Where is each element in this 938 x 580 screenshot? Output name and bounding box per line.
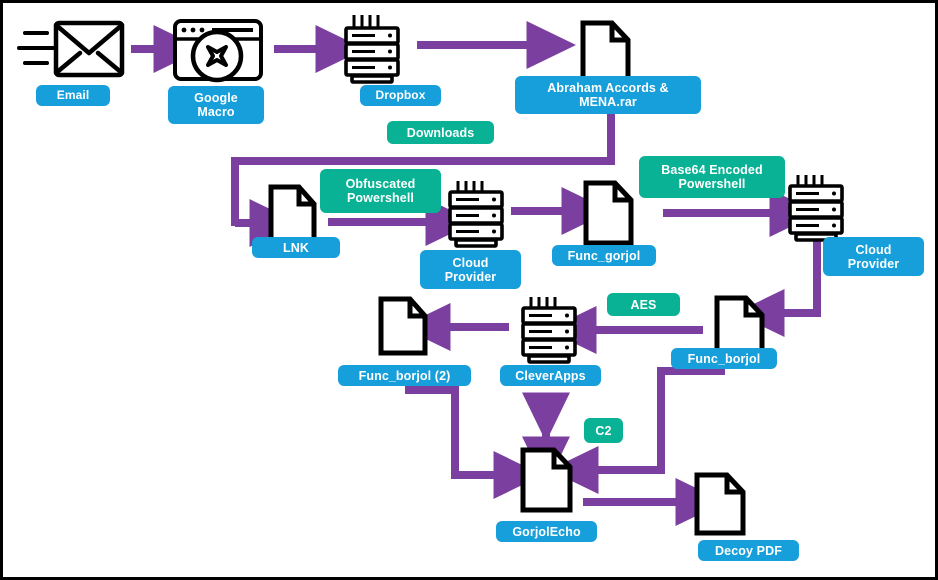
node-label-func-gorjol: Func_gorjol: [552, 245, 656, 266]
server-icon-dropbox: [344, 15, 400, 84]
edge-label-c2: C2: [584, 418, 623, 443]
email-icon: [17, 20, 125, 78]
document-icon-lnk: [268, 184, 317, 244]
server-icon-cloud-provider-2: [788, 175, 844, 242]
node-label-cloud-provider-2: Cloud Provider: [823, 237, 924, 276]
node-label-decoy-pdf: Decoy PDF: [698, 540, 799, 561]
edge-label-aes: AES: [607, 293, 680, 316]
server-icon-cleverapps: [521, 297, 577, 364]
icon-layer: [17, 15, 844, 536]
node-label-rar: Abraham Accords & MENA.rar: [515, 76, 701, 114]
edge-label-base64-encoded-powershell: Base64 Encoded Powershell: [639, 156, 785, 198]
connector-layer: [131, 21, 821, 526]
node-label-func-borjol: Func_borjol: [671, 348, 777, 369]
node-label-lnk: LNK: [252, 237, 340, 258]
document-icon-func-gorjol: [583, 180, 634, 246]
document-icon-decoy-pdf: [694, 472, 746, 536]
edge-cloud2-to-func-borjol: [793, 235, 821, 317]
node-label-google-macro: Google Macro: [168, 86, 264, 124]
document-icon-func-borjol: [714, 295, 765, 354]
node-label-email: Email: [36, 85, 110, 106]
edge-func-borjol2-to-gorjolecho: [405, 386, 481, 479]
edge-label-downloads: Downloads: [387, 121, 494, 144]
document-icon-gorjolecho: [520, 447, 573, 513]
edge-func-borjol-to-gorjolecho: [613, 367, 725, 474]
node-label-dropbox: Dropbox: [360, 85, 441, 106]
browser-error-icon: [173, 19, 263, 83]
node-label-func-borjol-2: Func_borjol (2): [338, 365, 471, 386]
node-label-cleverapps: CleverApps: [500, 365, 601, 386]
node-label-gorjolecho: GorjolEcho: [496, 521, 597, 542]
server-icon-cloud-provider-1: [448, 181, 504, 248]
document-icon-func-borjol-2: [378, 296, 428, 356]
attack-chain-diagram: Email Google Macro Dropbox Abraham Accor…: [0, 0, 938, 580]
node-label-cloud-provider-1: Cloud Provider: [420, 250, 521, 289]
edge-label-obfuscated-powershell: Obfuscated Powershell: [320, 169, 441, 213]
